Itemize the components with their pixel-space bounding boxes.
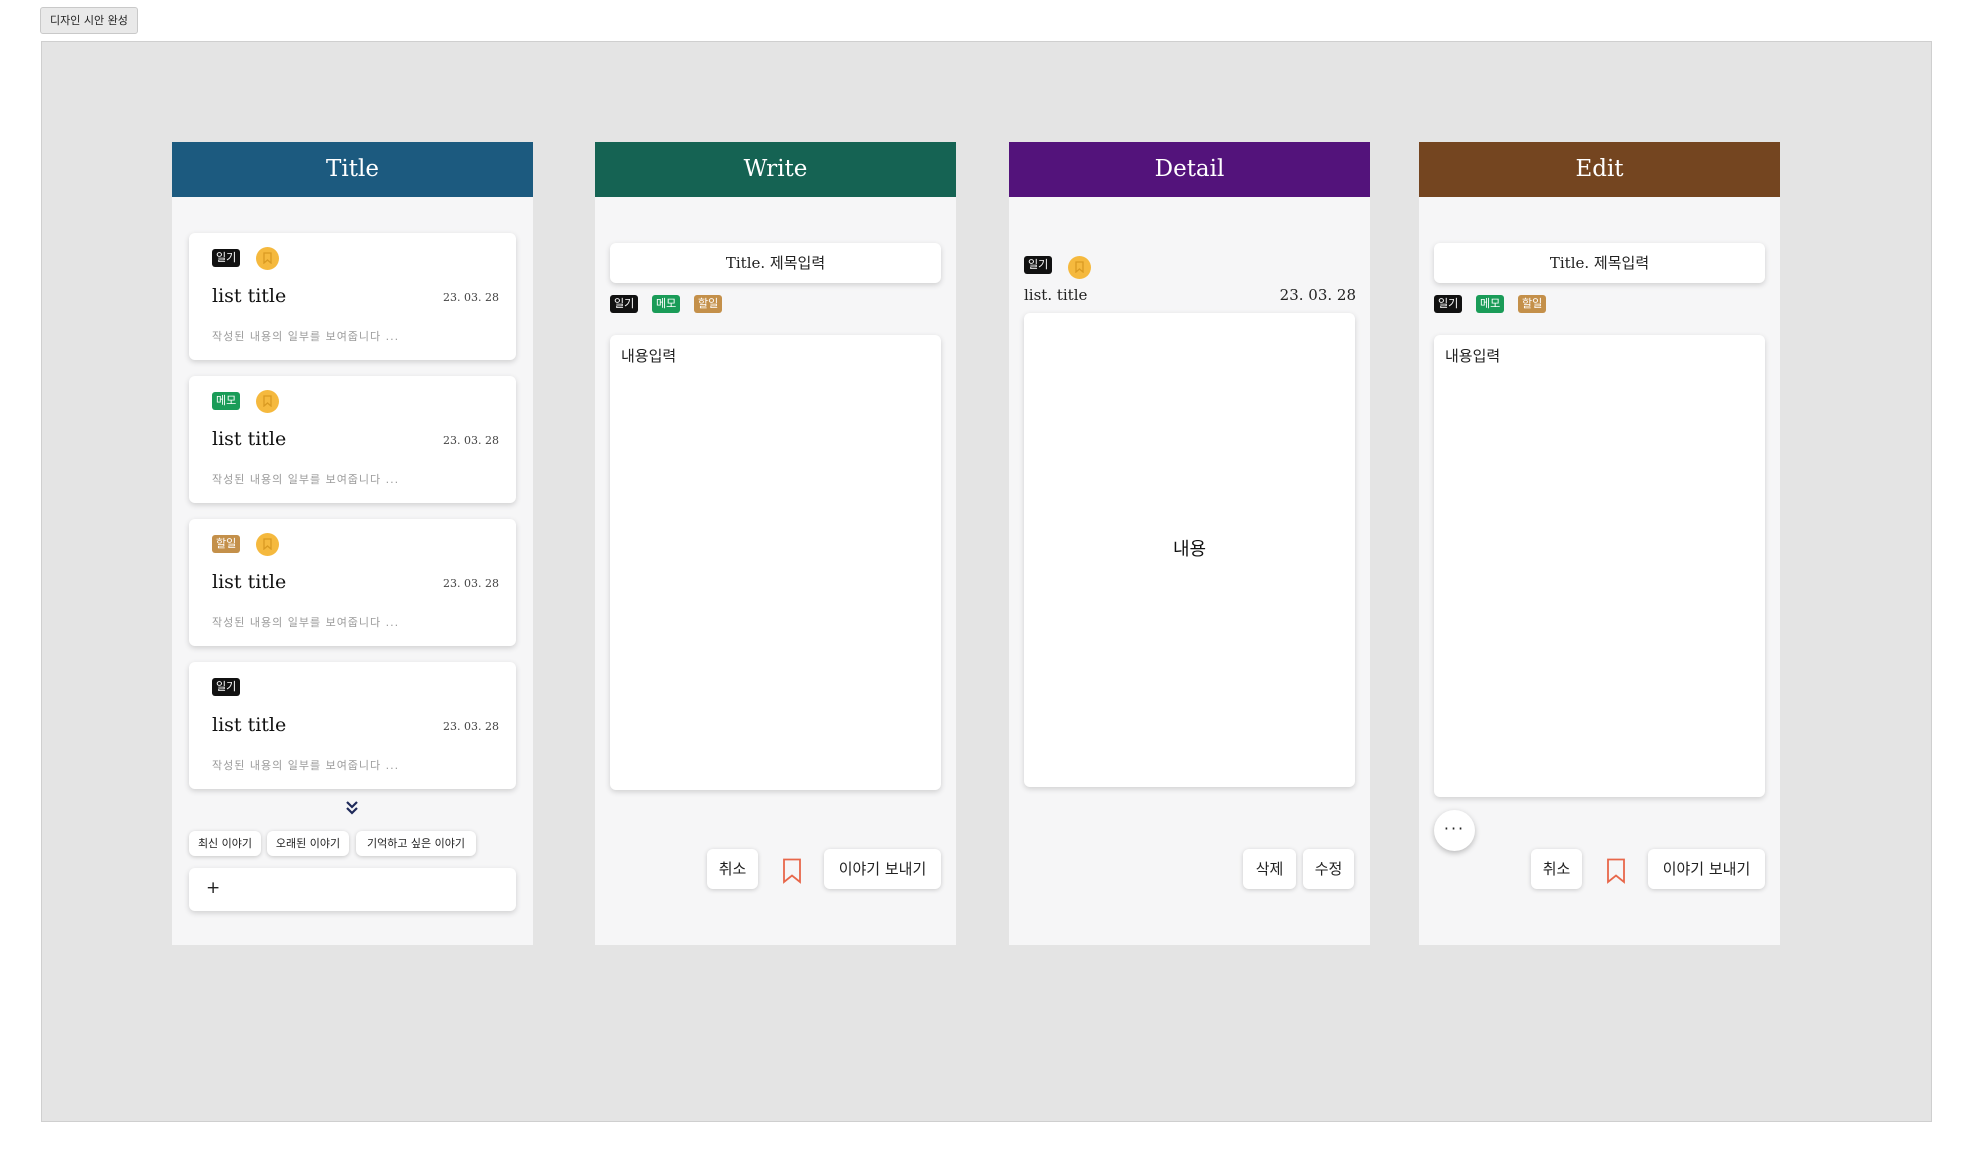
more-options-button[interactable]: ··· bbox=[1434, 810, 1475, 851]
content-placeholder: 내용입력 bbox=[621, 347, 677, 365]
plus-icon: + bbox=[206, 878, 221, 898]
frame-label: 디자인 시안 완성 bbox=[40, 7, 138, 34]
sort-latest-button[interactable]: 최신 이야기 bbox=[189, 831, 261, 856]
tag-memo[interactable]: 메모 bbox=[652, 295, 681, 313]
edit-screen: Edit Title. 제목입력 일기 메모 할일 내용입력 ··· 취소 이야… bbox=[1419, 142, 1780, 945]
list-screen: Title 일기 list title 23. 03. 28 작성된 내용의 일… bbox=[172, 142, 533, 945]
card-preview: 작성된 내용의 일부를 보여줍니다 ... bbox=[212, 759, 400, 772]
send-button[interactable]: 이야기 보내기 bbox=[1648, 849, 1765, 889]
content-text: 내용 bbox=[1172, 539, 1207, 560]
sort-oldest-button[interactable]: 오래된 이야기 bbox=[267, 831, 349, 856]
write-screen: Write Title. 제목입력 일기 메모 할일 내용입력 취소 이야기 보… bbox=[595, 142, 956, 945]
card-preview: 작성된 내용의 일부를 보여줍니다 ... bbox=[212, 330, 400, 343]
card-date: 23. 03. 28 bbox=[443, 577, 499, 590]
detail-date: 23. 03. 28 bbox=[1279, 286, 1356, 304]
card-date: 23. 03. 28 bbox=[443, 434, 499, 447]
tag-diary: 일기 bbox=[212, 249, 241, 267]
bookmark-icon[interactable] bbox=[256, 533, 279, 556]
edit-screen-header: Edit bbox=[1419, 142, 1780, 197]
title-input[interactable]: Title. 제목입력 bbox=[610, 243, 941, 283]
card-title: list title bbox=[212, 571, 287, 593]
tag-todo[interactable]: 할일 bbox=[694, 295, 723, 313]
card-title: list title bbox=[212, 285, 287, 307]
delete-button[interactable]: 삭제 bbox=[1243, 849, 1296, 889]
tag-diary: 일기 bbox=[1024, 256, 1053, 274]
cancel-button[interactable]: 취소 bbox=[1531, 849, 1582, 889]
write-screen-header: Write bbox=[595, 142, 956, 197]
bookmark-icon[interactable] bbox=[1068, 256, 1091, 279]
detail-screen-header: Detail bbox=[1009, 142, 1370, 197]
tag-diary[interactable]: 일기 bbox=[1434, 295, 1463, 313]
edit-button[interactable]: 수정 bbox=[1303, 849, 1354, 889]
double-chevron-down-icon[interactable] bbox=[344, 799, 360, 819]
tag-memo[interactable]: 메모 bbox=[1476, 295, 1505, 313]
detail-content: 내용 bbox=[1024, 313, 1355, 787]
card-preview: 작성된 내용의 일부를 보여줍니다 ... bbox=[212, 473, 400, 486]
card-title: list title bbox=[212, 714, 287, 736]
add-button[interactable]: + bbox=[189, 868, 516, 911]
sort-memorable-button[interactable]: 기억하고 싶은 이야기 bbox=[356, 831, 476, 856]
list-card[interactable]: 할일 list title 23. 03. 28 작성된 내용의 일부를 보여줍… bbox=[189, 519, 516, 646]
list-card[interactable]: 메모 list title 23. 03. 28 작성된 내용의 일부를 보여줍… bbox=[189, 376, 516, 503]
tag-diary[interactable]: 일기 bbox=[610, 295, 639, 313]
tag-todo: 할일 bbox=[212, 535, 241, 553]
list-card[interactable]: 일기 list title 23. 03. 28 작성된 내용의 일부를 보여줍… bbox=[189, 662, 516, 789]
content-placeholder: 내용입력 bbox=[1445, 347, 1501, 365]
bookmark-outline-icon[interactable] bbox=[1606, 858, 1626, 888]
send-button[interactable]: 이야기 보내기 bbox=[824, 849, 941, 889]
content-input[interactable]: 내용입력 bbox=[1434, 335, 1765, 797]
content-input[interactable]: 내용입력 bbox=[610, 335, 941, 790]
bookmark-outline-icon[interactable] bbox=[782, 858, 802, 888]
card-date: 23. 03. 28 bbox=[443, 291, 499, 304]
design-canvas: Title 일기 list title 23. 03. 28 작성된 내용의 일… bbox=[41, 41, 1932, 1122]
detail-screen: Detail 일기 list. title 23. 03. 28 내용 삭제 수… bbox=[1009, 142, 1370, 945]
card-preview: 작성된 내용의 일부를 보여줍니다 ... bbox=[212, 616, 400, 629]
tag-diary: 일기 bbox=[212, 678, 241, 696]
list-card[interactable]: 일기 list title 23. 03. 28 작성된 내용의 일부를 보여줍… bbox=[189, 233, 516, 360]
cancel-button[interactable]: 취소 bbox=[707, 849, 758, 889]
bookmark-icon[interactable] bbox=[256, 390, 279, 413]
tag-todo[interactable]: 할일 bbox=[1518, 295, 1547, 313]
list-screen-header: Title bbox=[172, 142, 533, 197]
bookmark-icon[interactable] bbox=[256, 247, 279, 270]
tag-memo: 메모 bbox=[212, 392, 241, 410]
card-title: list title bbox=[212, 428, 287, 450]
title-input[interactable]: Title. 제목입력 bbox=[1434, 243, 1765, 283]
card-date: 23. 03. 28 bbox=[443, 720, 499, 733]
detail-title: list. title bbox=[1024, 286, 1088, 304]
